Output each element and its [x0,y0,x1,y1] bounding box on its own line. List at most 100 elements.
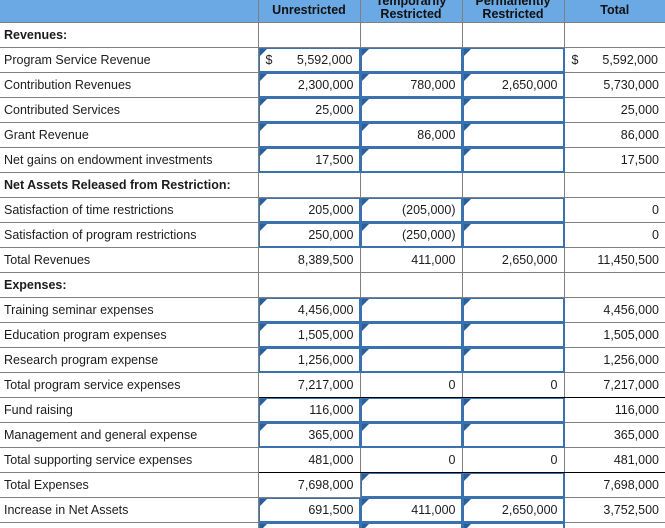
table-header: Unrestricted Temporarily Restricted Perm… [0,0,665,23]
cell-unrestricted[interactable]: 691,500 [257,497,361,523]
row-label: Program Service Revenue [0,47,259,73]
cell-temporarily-restricted[interactable]: 780,000 [359,522,463,528]
cell-permanently-restricted: 0 [461,372,565,398]
cell-total: 4,456,000 [563,297,665,323]
cell-unrestricted: 8,389,500 [257,247,361,273]
cell-permanently-restricted [461,22,565,48]
cell-unrestricted[interactable]: 205,000 [257,197,361,223]
cell-value: 5,592,000 [296,53,353,67]
cell-permanently-restricted[interactable] [461,422,565,448]
cell-unrestricted[interactable]: 250,000 [257,222,361,248]
cell-temporarily-restricted[interactable] [359,322,463,348]
row-label: Revenues: [0,22,259,48]
cell-permanently-restricted[interactable] [461,472,565,498]
table-row: Total Revenues 8,389,500 411,000 2,650,000 1… [0,247,665,273]
row-label: Increase in Net Assets [0,497,259,523]
cell-temporarily-restricted[interactable] [359,472,463,498]
row-label: Grant Revenue [0,122,259,148]
cell-unrestricted[interactable]: $5,592,000 [257,47,361,73]
cell-temporarily-restricted: 0 [359,447,463,473]
table-row: Total Expenses 7,698,000 7,698,000 [0,472,665,498]
cell-total: 365,000 [563,422,665,448]
cell-unrestricted[interactable]: 4,456,000 [257,297,361,323]
cell-total: 116,000 [563,397,665,423]
table-row: Contribution Revenues 2,300,000 780,000 2,6… [0,72,665,98]
cell-total [563,272,665,298]
cell-unrestricted[interactable] [257,122,361,148]
column-header-permanently-restricted: Permanently Restricted [461,0,565,23]
cell-temporarily-restricted[interactable] [359,397,463,423]
cell-permanently-restricted[interactable] [461,322,565,348]
cell-total: 0 [563,197,665,223]
cell-permanently-restricted[interactable] [461,347,565,373]
cell-unrestricted[interactable]: 25,000 [257,97,361,123]
cell-permanently-restricted: 0 [461,447,565,473]
row-label: Contribution Revenues [0,72,259,98]
row-label: Net Assets January 1 [0,522,259,528]
cell-permanently-restricted[interactable] [461,197,565,223]
cell-temporarily-restricted[interactable] [359,422,463,448]
cell-unrestricted [257,172,361,198]
cell-temporarily-restricted[interactable] [359,297,463,323]
row-label: Expenses: [0,272,259,298]
cell-total: 5,730,000 [563,72,665,98]
cell-total: 11,450,500 [563,247,665,273]
cell-total: 1,505,000 [563,322,665,348]
cell-permanently-restricted[interactable] [461,47,565,73]
cell-unrestricted: 7,217,000 [257,372,361,398]
cell-temporarily-restricted[interactable]: 411,000 [359,497,463,523]
cell-total: 25,000 [563,97,665,123]
row-label: Total program service expenses [0,372,259,398]
cell-temporarily-restricted[interactable]: (205,000) [359,197,463,223]
cell-unrestricted[interactable]: 1,505,000 [257,322,361,348]
cell-temporarily-restricted[interactable]: 86,000 [359,122,463,148]
cell-permanently-restricted[interactable] [461,222,565,248]
currency-symbol: $ [571,53,579,67]
header-row: Unrestricted Temporarily Restricted Perm… [0,0,665,23]
table-row: Satisfaction of time restrictions 205,000… [0,197,665,223]
column-header-unrestricted-text: Unrestricted [272,3,346,17]
cell-unrestricted[interactable]: 458,000 [257,522,361,528]
table-body: Revenues: Program Service Revenue $5,592,0… [0,22,665,528]
cell-temporarily-restricted: 0 [359,372,463,398]
cell-permanently-restricted[interactable] [461,122,565,148]
cell-total [563,22,665,48]
cell-temporarily-restricted: 411,000 [359,247,463,273]
cell-permanently-restricted[interactable]: 1,250,000 [461,522,565,528]
column-header-label [0,0,259,23]
cell-temporarily-restricted[interactable]: 780,000 [359,72,463,98]
row-label: Fund raising [0,397,259,423]
cell-total: 3,752,500 [563,497,665,523]
cell-temporarily-restricted[interactable] [359,347,463,373]
cell-permanently-restricted[interactable]: 2,650,000 [461,72,565,98]
cell-unrestricted[interactable]: 2,300,000 [257,72,361,98]
table-row: Net Assets January 1458,000780,0001,250,… [0,522,665,528]
cell-temporarily-restricted[interactable] [359,147,463,173]
cell-unrestricted[interactable]: 365,000 [257,422,361,448]
cell-unrestricted [257,22,361,48]
cell-permanently-restricted [461,272,565,298]
cell-unrestricted[interactable]: 1,256,000 [257,347,361,373]
table-row: Grant Revenue 86,000 86,000 [0,122,665,148]
table-row: Management and general expense 365,000 365… [0,422,665,448]
cell-unrestricted[interactable]: 116,000 [257,397,361,423]
table-row: Increase in Net Assets 691,500 411,000 2,65… [0,497,665,523]
cell-permanently-restricted[interactable] [461,297,565,323]
cell-permanently-restricted[interactable] [461,147,565,173]
cell-permanently-restricted[interactable] [461,97,565,123]
row-label: Satisfaction of program restrictions [0,222,259,248]
cell-unrestricted[interactable]: 17,500 [257,147,361,173]
table-row: Fund raising 116,000 116,000 [0,397,665,423]
cell-permanently-restricted[interactable]: 2,650,000 [461,497,565,523]
table-row: Training seminar expenses 4,456,000 4,456,… [0,297,665,323]
row-label: Management and general expense [0,422,259,448]
cell-unrestricted: 7,698,000 [257,472,361,498]
table-row: Expenses: [0,272,665,298]
cell-permanently-restricted[interactable] [461,397,565,423]
table-row: Revenues: [0,22,665,48]
cell-temporarily-restricted[interactable] [359,97,463,123]
table-row: Total program service expenses 7,217,000 0… [0,372,665,398]
cell-temporarily-restricted[interactable]: (250,000) [359,222,463,248]
table-row: Net Assets Released from Restriction: [0,172,665,198]
cell-temporarily-restricted[interactable] [359,47,463,73]
